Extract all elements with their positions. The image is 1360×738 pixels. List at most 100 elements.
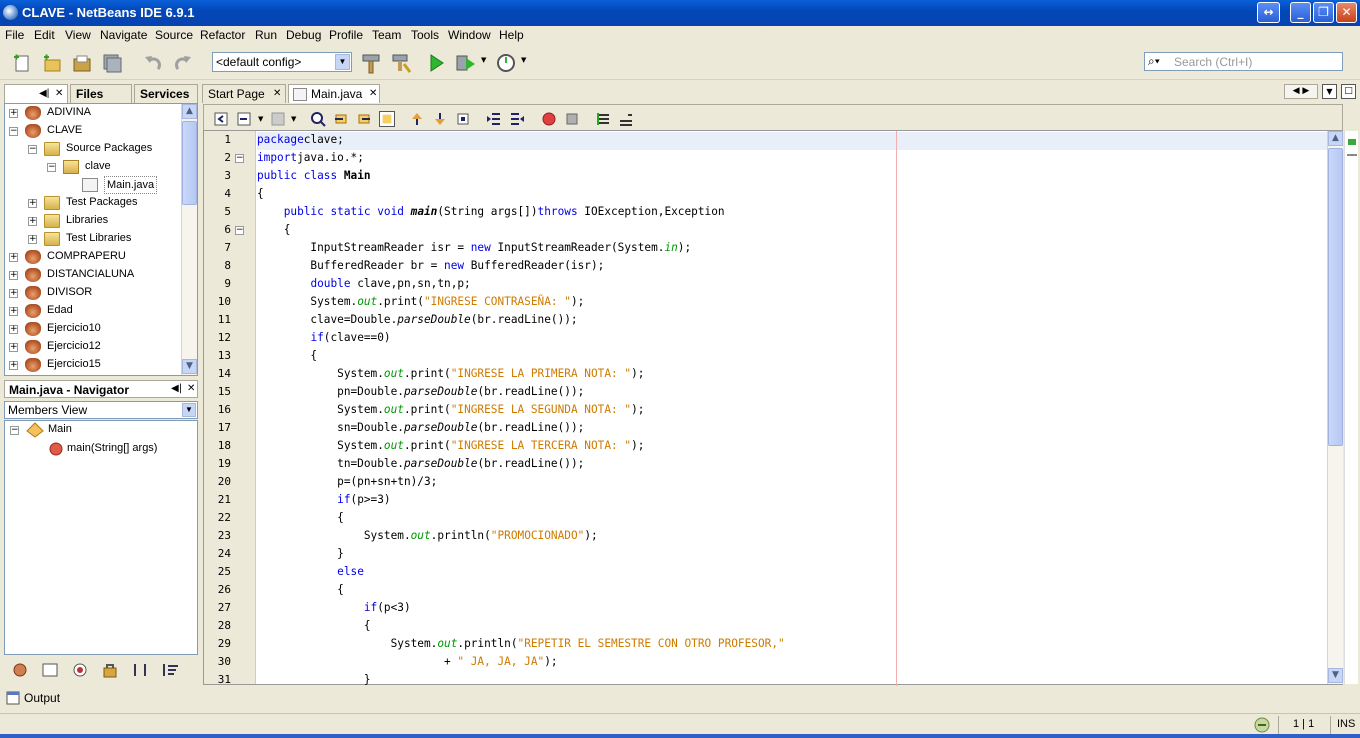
- tab-start-page[interactable]: Start Page ✕: [202, 84, 286, 103]
- expand-icon[interactable]: +: [28, 217, 37, 226]
- fold-collapse-icon[interactable]: −: [235, 154, 244, 163]
- menu-file[interactable]: File: [5, 28, 24, 42]
- code-line[interactable]: }: [257, 547, 344, 560]
- start-macro-recording-icon[interactable]: [541, 111, 557, 127]
- menu-team[interactable]: Team: [372, 28, 401, 42]
- debug-dropdown-icon[interactable]: ▼: [481, 56, 486, 64]
- code-line[interactable]: tn=Double.parseDouble(br.readLine());: [257, 457, 584, 470]
- code-line[interactable]: InputStreamReader isr = new InputStreamR…: [257, 241, 691, 254]
- tree-item-ejercicio10[interactable]: Ejercicio10: [47, 320, 101, 338]
- expand-icon[interactable]: +: [9, 253, 18, 262]
- tree-item-ejercicio12[interactable]: Ejercicio12: [47, 338, 101, 356]
- code-line[interactable]: double clave,pn,sn,tn,p;: [257, 277, 470, 290]
- filter-fields-icon[interactable]: [40, 661, 60, 679]
- menu-run[interactable]: Run: [255, 28, 277, 42]
- tree-item-divisor[interactable]: DIVISOR: [47, 284, 92, 302]
- expand-icon[interactable]: +: [9, 289, 18, 298]
- code-line[interactable]: {: [257, 349, 317, 362]
- menu-navigate[interactable]: Navigate: [100, 28, 147, 42]
- close-button[interactable]: ✕: [1336, 2, 1357, 23]
- code-line[interactable]: BufferedReader br = new BufferedReader(i…: [257, 259, 604, 272]
- scroll-thumb[interactable]: [1328, 148, 1343, 446]
- tree-item-adivina[interactable]: ADIVINA: [47, 104, 91, 122]
- code-line[interactable]: public static void main(String args[])th…: [257, 205, 725, 218]
- menu-debug[interactable]: Debug: [286, 28, 321, 42]
- minimize-button[interactable]: _: [1290, 2, 1311, 23]
- open-project-icon[interactable]: [71, 52, 93, 74]
- collapse-icon[interactable]: −: [28, 145, 37, 154]
- menu-view[interactable]: View: [65, 28, 91, 42]
- new-project-icon[interactable]: [41, 52, 63, 74]
- clean-build-icon[interactable]: [390, 52, 412, 74]
- scroll-up-icon[interactable]: ▲: [182, 104, 197, 119]
- navigator-close-icon[interactable]: ✕: [187, 383, 195, 394]
- expand-icon[interactable]: +: [28, 199, 37, 208]
- document-list-icon[interactable]: ▼: [1322, 84, 1337, 99]
- code-line[interactable]: else: [257, 565, 364, 578]
- tree-item-test-packages[interactable]: Test Packages: [66, 194, 138, 212]
- tree-item-edad[interactable]: Edad: [47, 302, 73, 320]
- close-tab-icon[interactable]: ✕: [369, 85, 377, 103]
- menu-edit[interactable]: Edit: [34, 28, 55, 42]
- next-bookmark-icon[interactable]: [432, 111, 448, 127]
- navigator-minimize-icon[interactable]: ◀|: [171, 383, 182, 394]
- forward-dropdown-icon[interactable]: ▼: [291, 115, 296, 123]
- code-editor[interactable]: 1 2−3 4 5 6−7 8 9 10 11 12 13 14 15 16 17 18 19 20 21 22 23 2…: [203, 130, 1343, 686]
- code-line[interactable]: p=(pn+sn+tn)/3;: [257, 475, 437, 488]
- menu-source[interactable]: Source: [155, 28, 193, 42]
- toggle-highlight-search-icon[interactable]: [379, 111, 395, 127]
- uncomment-icon[interactable]: [618, 111, 634, 127]
- expand-icon[interactable]: +: [9, 361, 18, 370]
- shift-left-icon[interactable]: [486, 111, 502, 127]
- close-panel-icon[interactable]: ✕: [55, 85, 63, 103]
- tab-files[interactable]: Files: [70, 84, 132, 103]
- code-line[interactable]: if(clave==0): [257, 331, 390, 344]
- save-all-icon[interactable]: [101, 52, 123, 74]
- projects-scrollbar[interactable]: ▲ ▼: [181, 104, 197, 375]
- code-line[interactable]: if(p>=3): [257, 493, 390, 506]
- expand-icon[interactable]: +: [9, 109, 18, 118]
- fold-collapse-icon[interactable]: −: [235, 226, 244, 235]
- toggle-bookmark-icon[interactable]: [455, 111, 471, 127]
- code-line[interactable]: System.out.print("INGRESE CONTRASEÑA: ")…: [257, 295, 584, 308]
- code-line[interactable]: + " JA, JA, JA");: [257, 655, 558, 668]
- code-line[interactable]: System.out.print("INGRESE LA SEGUNDA NOT…: [257, 403, 644, 416]
- run-icon[interactable]: [425, 52, 447, 74]
- comment-icon[interactable]: [595, 111, 611, 127]
- search-box[interactable]: ⌕▾ Search (Ctrl+I): [1144, 52, 1343, 71]
- task-status-icon[interactable]: [1254, 717, 1270, 733]
- collapse-icon[interactable]: −: [10, 426, 19, 435]
- menu-window[interactable]: Window: [448, 28, 491, 42]
- error-stripe[interactable]: [1344, 131, 1358, 684]
- back-icon[interactable]: [236, 111, 252, 127]
- filter-inherited-icon[interactable]: [10, 661, 30, 679]
- code-line[interactable]: clave=Double.parseDouble(br.readLine());: [257, 313, 577, 326]
- undo-icon[interactable]: [142, 52, 164, 74]
- expand-icon[interactable]: +: [9, 307, 18, 316]
- output-tab[interactable]: Output: [24, 691, 60, 705]
- forward-icon[interactable]: [270, 111, 286, 127]
- tab-main-java[interactable]: Main.java ✕: [288, 84, 380, 103]
- build-hammer-icon[interactable]: [360, 52, 382, 74]
- expand-icon[interactable]: +: [9, 271, 18, 280]
- tree-item-source-packages[interactable]: Source Packages: [66, 140, 152, 158]
- redo-icon[interactable]: [172, 52, 194, 74]
- sort-by-name-icon[interactable]: [130, 661, 150, 679]
- scroll-down-icon[interactable]: ▼: [1328, 668, 1343, 683]
- new-file-icon[interactable]: [11, 52, 33, 74]
- menu-profile[interactable]: Profile: [329, 28, 363, 42]
- sort-by-source-icon[interactable]: [160, 661, 180, 679]
- editor-vscrollbar[interactable]: ▲ ▼: [1327, 131, 1343, 684]
- scroll-thumb[interactable]: [182, 121, 197, 205]
- config-select[interactable]: <default config> ▼: [212, 52, 352, 72]
- scroll-down-icon[interactable]: ▼: [182, 359, 197, 374]
- tree-item-distancialuna[interactable]: DISTANCIALUNA: [47, 266, 134, 284]
- last-edit-icon[interactable]: [213, 111, 229, 127]
- find-selection-icon[interactable]: [310, 111, 326, 127]
- maximize-editor-icon[interactable]: □: [1341, 84, 1356, 99]
- expand-icon[interactable]: +: [9, 343, 18, 352]
- find-next-icon[interactable]: [356, 111, 372, 127]
- code-line[interactable]: packageclave;: [257, 133, 344, 146]
- previous-bookmark-icon[interactable]: [409, 111, 425, 127]
- menu-refactor[interactable]: Refactor: [200, 28, 245, 42]
